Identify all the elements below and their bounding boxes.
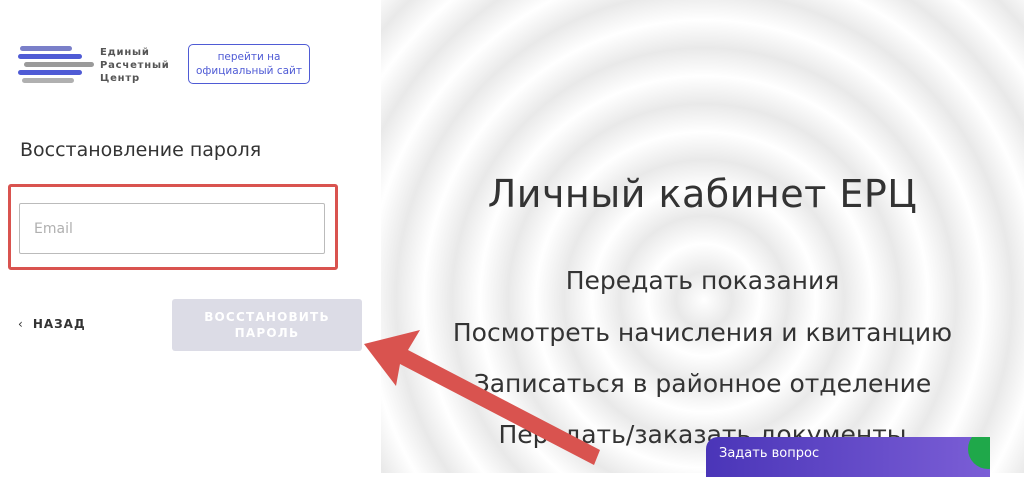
back-link[interactable]: ‹ НАЗАД bbox=[18, 317, 86, 331]
login-panel: Единый Расчетный Центр перейти на официа… bbox=[0, 0, 381, 473]
back-label: НАЗАД bbox=[32, 317, 86, 331]
chat-indicator-icon bbox=[968, 437, 990, 469]
feature-item-readings: Передать показания bbox=[565, 266, 840, 295]
restore-button-line2: ПАРОЛЬ bbox=[234, 326, 300, 340]
ask-question-button[interactable]: Задать вопрос bbox=[706, 437, 990, 477]
promo-title: Личный кабинет ЕРЦ bbox=[487, 172, 918, 216]
logo-text: Единый Расчетный Центр bbox=[100, 46, 170, 85]
email-field[interactable] bbox=[19, 203, 325, 254]
annotation-arrow-icon bbox=[364, 330, 600, 465]
chevron-left-icon: ‹ bbox=[18, 317, 24, 331]
restore-password-button[interactable]: ВОССТАНОВИТЬ ПАРОЛЬ bbox=[172, 299, 362, 351]
page-title: Восстановление пароля bbox=[20, 139, 262, 161]
ask-question-label: Задать вопрос bbox=[719, 446, 820, 461]
restore-button-line1: ВОССТАНОВИТЬ bbox=[204, 310, 330, 324]
logo-text-line2: Расчетный bbox=[100, 60, 170, 71]
official-site-button[interactable]: перейти на официальный сайт bbox=[188, 44, 310, 84]
logo-text-line3: Центр bbox=[100, 73, 140, 84]
logo-text-line1: Единый bbox=[100, 47, 150, 58]
erc-logo-icon bbox=[18, 46, 94, 83]
official-site-button-line2: официальный сайт bbox=[196, 65, 302, 77]
official-site-button-line1: перейти на bbox=[217, 51, 281, 63]
